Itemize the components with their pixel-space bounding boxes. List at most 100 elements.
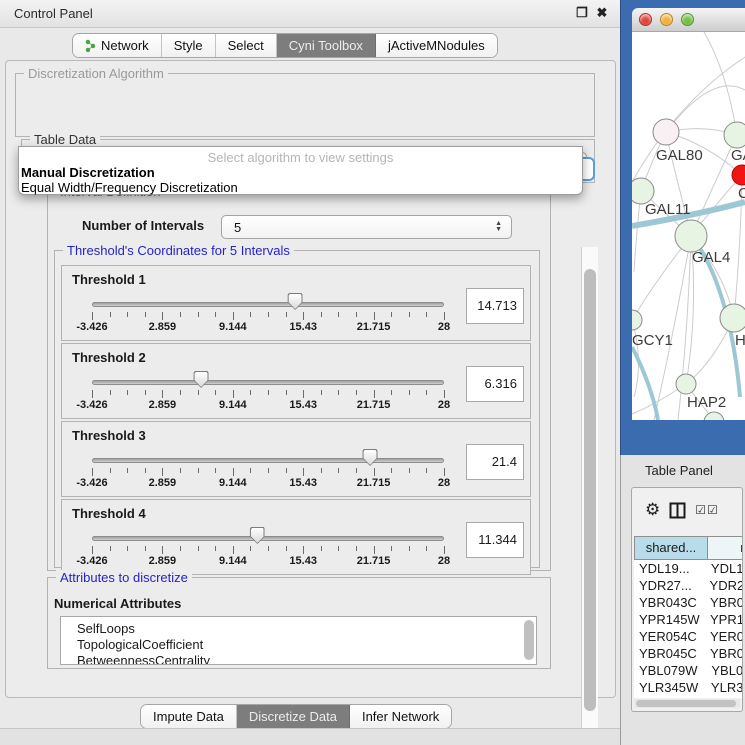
algorithm-option[interactable]: Equal Width/Frequency Discretization — [19, 180, 582, 195]
tab-jactivemnodules[interactable]: jActiveMNodules — [376, 34, 497, 57]
table-row[interactable]: YER054CYER0 — [634, 628, 742, 645]
slider-track[interactable] — [92, 302, 444, 307]
network-edge-highlighted[interactable] — [632, 347, 658, 420]
numerical-attributes-label: Numerical Attributes — [54, 596, 181, 611]
threshold-slider[interactable]: -3.4262.8599.14415.4321.71528 — [92, 422, 444, 498]
tab-label: Cyni Toolbox — [289, 34, 363, 57]
slider-tick-labels: -3.4262.8599.14415.4321.71528 — [92, 477, 444, 489]
table-row[interactable]: YDL19...YDL1 — [634, 560, 742, 577]
slider-handle[interactable] — [363, 449, 378, 466]
split-columns-icon[interactable] — [669, 502, 686, 519]
attribute-item[interactable]: SelfLoops — [61, 621, 536, 637]
table-row[interactable]: YBR045CYBR0 — [634, 645, 742, 662]
screen: Control Panel ❐ ✖ Network Style Select Cyni… — [0, 0, 745, 745]
network-node-gcy1[interactable] — [632, 310, 642, 330]
minimize-traffic-light[interactable] — [660, 13, 673, 26]
zoom-traffic-light[interactable] — [681, 13, 694, 26]
network-node-label: H — [735, 332, 745, 349]
network-node-label: GAL80 — [656, 147, 703, 164]
gear-icon[interactable]: ⚙ — [645, 500, 660, 520]
attributes-group: Attributes to discretize Numerical Attri… — [47, 577, 551, 669]
control-panel-titlebar: Control Panel ❐ ✖ — [0, 0, 620, 28]
settings-scrollbar[interactable] — [581, 247, 598, 745]
network-graph: GAL80GACGAL11GAL4GCY1HHAP2 — [632, 32, 745, 420]
right-side: GAL80GACGAL11GAL4GCY1HHAP2 Table Panel ⚙… — [620, 0, 745, 745]
algorithm-dropdown-popup: Select algorithm to view settings Manual… — [18, 146, 583, 195]
tab-label: Discretize Data — [249, 705, 337, 728]
checkbox-icons[interactable]: ☑☑ — [695, 503, 719, 517]
attribute-item[interactable]: TopologicalCoefficient — [61, 637, 536, 653]
table-row[interactable]: YLR345WYLR3 — [634, 679, 742, 696]
table-column-header[interactable]: na — [708, 536, 743, 560]
table-row[interactable]: YIL052CYIL0 — [634, 696, 742, 698]
network-edge[interactable] — [704, 32, 737, 135]
table-row[interactable]: YPR145WYPR1 — [634, 611, 742, 628]
tab-network[interactable]: Network — [73, 34, 162, 57]
attribute-item[interactable]: BetweennessCentrality — [61, 653, 536, 665]
close-traffic-light[interactable] — [639, 13, 652, 26]
tab-infer-network[interactable]: Infer Network — [350, 705, 451, 728]
network-icon — [85, 39, 96, 52]
bottom-strip — [0, 728, 620, 745]
threshold-slider[interactable]: -3.4262.8599.14415.4321.71528 — [92, 500, 444, 576]
threshold-row: Threshold 1-3.4262.8599.14415.4321.71528… — [61, 265, 531, 341]
table-cell: YER0 — [704, 628, 742, 645]
algorithm-option[interactable]: Manual Discretization — [19, 165, 582, 180]
float-window-icon[interactable]: ❐ — [574, 5, 590, 21]
table-row[interactable]: YBR043CYBR0 — [634, 594, 742, 611]
threshold-value-field[interactable]: 14.713 — [466, 288, 524, 324]
table-cell: YBR045C — [634, 645, 704, 662]
thresholds-group: Threshold's Coordinates for 5 Intervals … — [54, 250, 540, 568]
settings-scrollbar-thumb[interactable] — [584, 269, 596, 711]
threshold-value-field[interactable]: 6.316 — [466, 366, 524, 402]
slider-handle[interactable] — [288, 293, 303, 310]
network-view-canvas[interactable]: GAL80GACGAL11GAL4GCY1HHAP2 — [632, 32, 745, 420]
window-title: Control Panel — [14, 6, 93, 21]
close-window-icon[interactable]: ✖ — [594, 5, 610, 21]
threshold-value-field[interactable]: 11.344 — [466, 522, 524, 558]
attributes-group-title: Attributes to discretize — [56, 570, 192, 585]
threshold-slider[interactable]: -3.4262.8599.14415.4321.71528 — [92, 266, 444, 342]
slider-handle[interactable] — [194, 371, 209, 388]
network-node[interactable] — [704, 412, 724, 420]
table-horizontal-scrollbar[interactable] — [634, 699, 740, 708]
network-node-h[interactable] — [720, 304, 745, 332]
table-cell: YDL19... — [634, 560, 705, 577]
slider-handle[interactable] — [250, 527, 265, 544]
table-toolbar: ⚙ ☑☑ — [632, 488, 743, 532]
slider-ticks — [92, 546, 444, 554]
algorithm-options: Manual DiscretizationEqual Width/Frequen… — [19, 165, 582, 195]
table-row[interactable]: YDR27...YDR2 — [634, 577, 742, 594]
control-panel-window: Control Panel ❐ ✖ Network Style Select Cyni… — [0, 0, 620, 745]
network-node-hap2[interactable] — [676, 374, 696, 394]
numerical-attributes-list[interactable]: SelfLoopsTopologicalCoefficientBetweenne… — [60, 616, 537, 665]
tab-impute-data[interactable]: Impute Data — [141, 705, 237, 728]
table-cell: YBR0 — [704, 645, 742, 662]
network-node-gal4[interactable] — [675, 220, 707, 252]
network-window-titlebar — [632, 8, 745, 32]
threshold-row: Threshold 3-3.4262.8599.14415.4321.71528… — [61, 421, 531, 497]
tab-discretize-data[interactable]: Discretize Data — [237, 705, 350, 728]
table-cell: YLR3 — [705, 679, 742, 696]
threshold-value-field[interactable]: 21.4 — [466, 444, 524, 480]
slider-track[interactable] — [92, 458, 444, 463]
slider-tick-labels: -3.4262.8599.14415.4321.71528 — [92, 555, 444, 567]
num-intervals-combobox[interactable]: 5 ▲▼ — [221, 215, 512, 239]
table-column-header[interactable]: shared... — [634, 536, 708, 560]
slider-track[interactable] — [92, 380, 444, 385]
table-row[interactable]: YBL079WYBL0 — [634, 662, 742, 679]
slider-track[interactable] — [92, 536, 444, 541]
table-cell: YDL1 — [705, 560, 742, 577]
network-node[interactable] — [724, 122, 745, 148]
tab-cyni-toolbox[interactable]: Cyni Toolbox — [277, 34, 376, 57]
slider-ticks — [92, 390, 444, 398]
attributes-list-scrollbar[interactable] — [524, 620, 534, 660]
network-node-gal80[interactable] — [653, 119, 679, 145]
tab-label: jActiveMNodules — [388, 34, 485, 57]
network-node-label: GCY1 — [632, 332, 673, 349]
tab-select[interactable]: Select — [216, 34, 277, 57]
tab-style[interactable]: Style — [162, 34, 216, 57]
threshold-slider[interactable]: -3.4262.8599.14415.4321.71528 — [92, 344, 444, 420]
tab-label: Style — [174, 34, 203, 57]
network-node-label: GA — [731, 147, 745, 164]
